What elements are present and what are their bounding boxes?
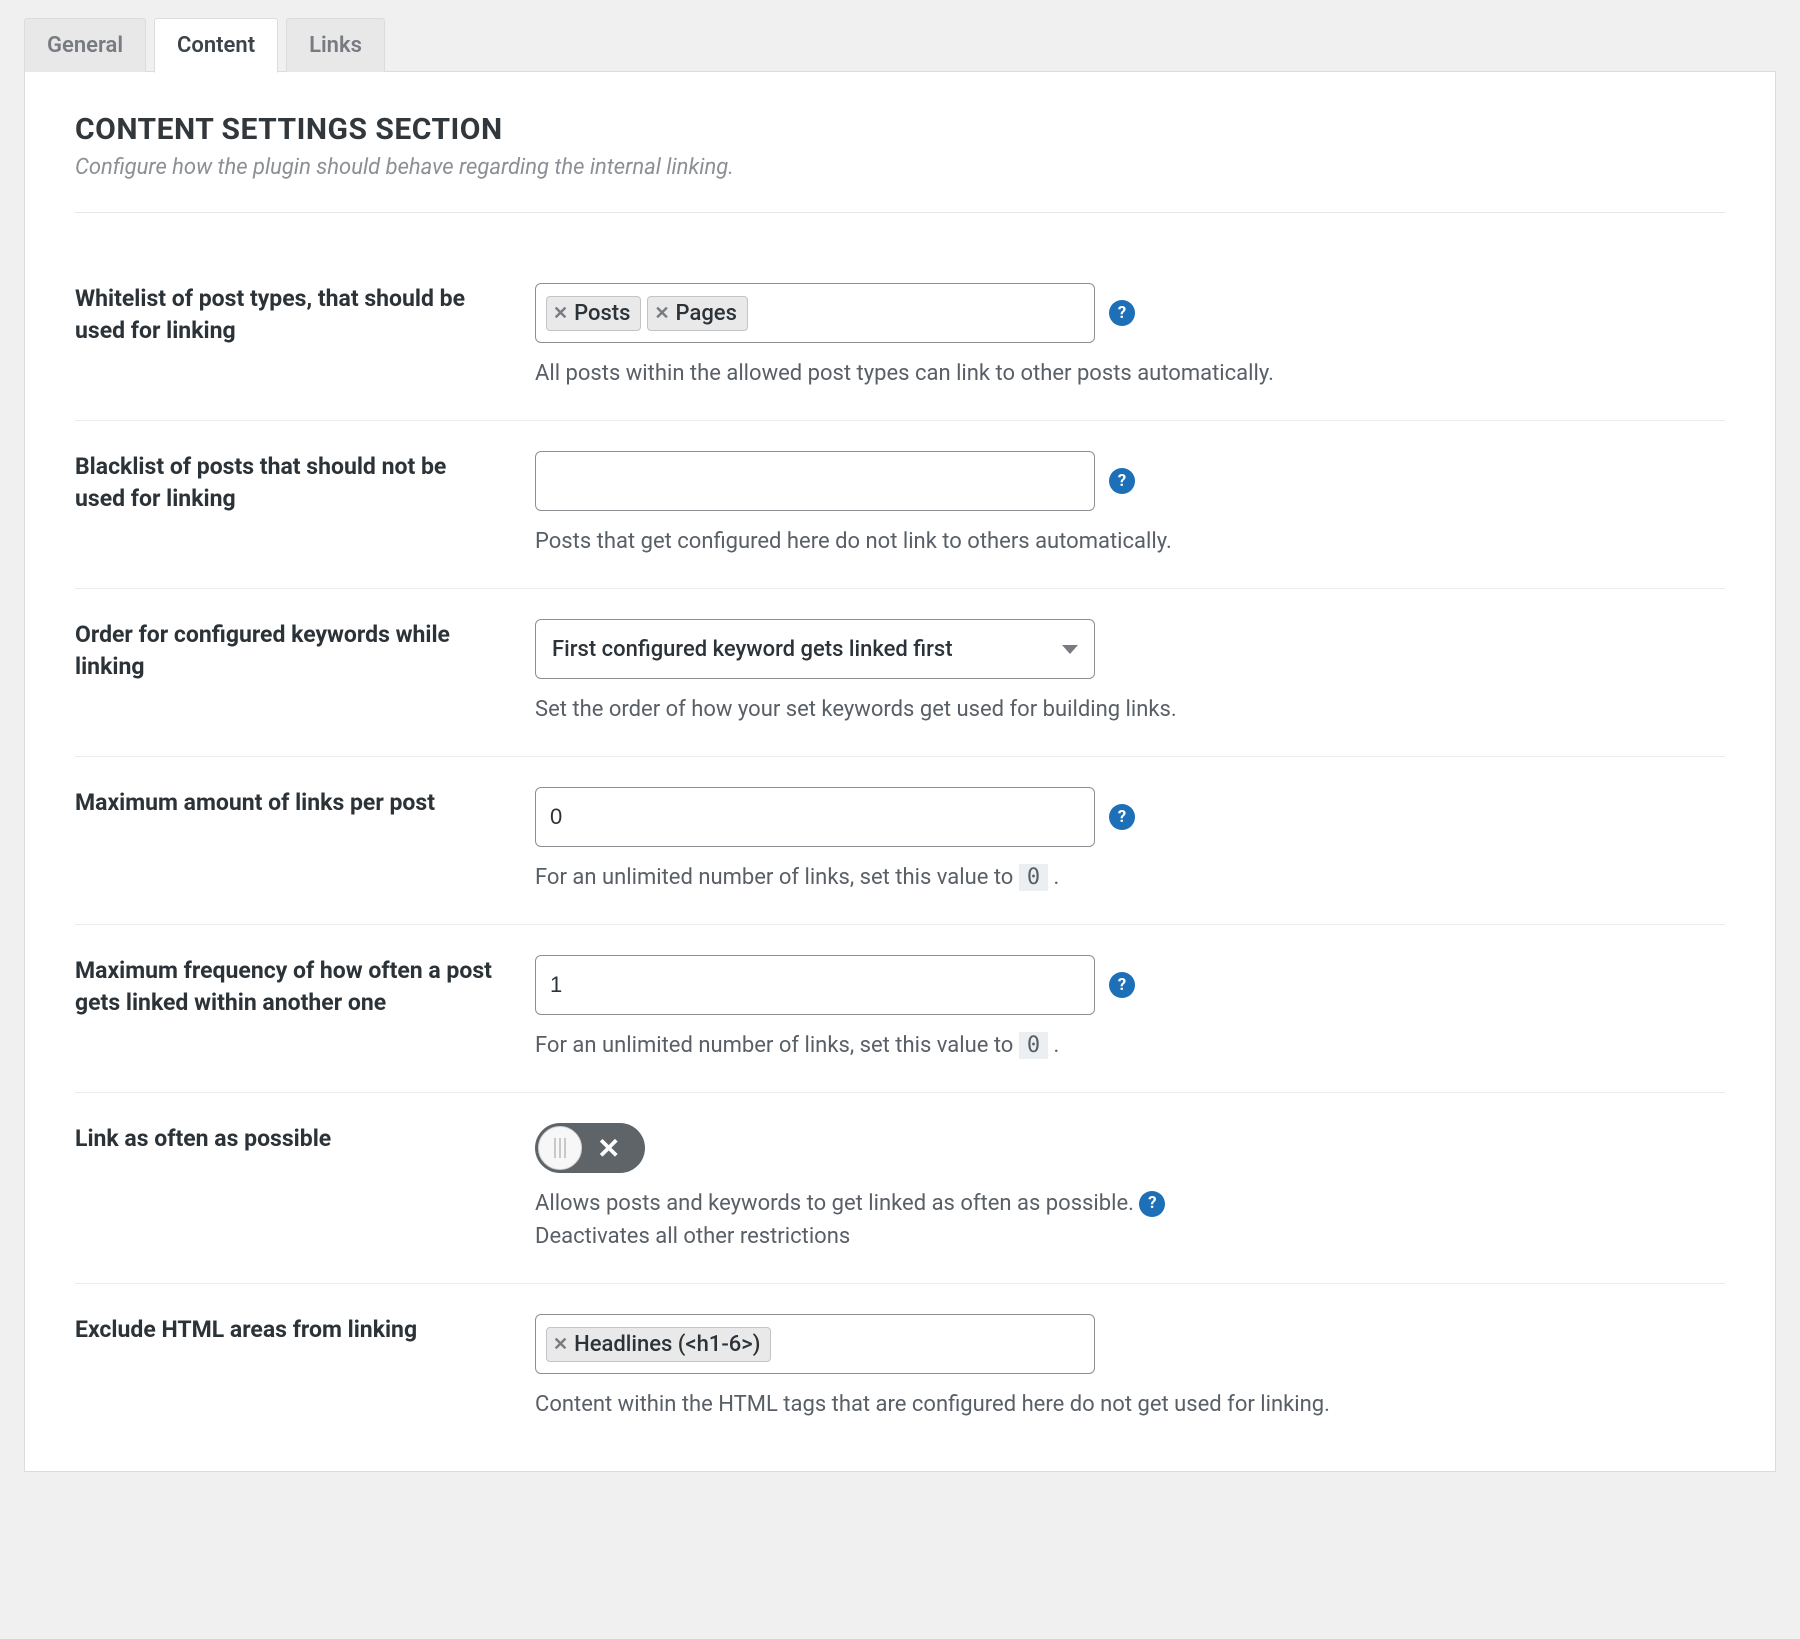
exclude-input[interactable]: ✕ Headlines (<h1-6>): [535, 1314, 1095, 1374]
toggle-knob: [538, 1126, 582, 1170]
row-order: Order for configured keywords while link…: [75, 589, 1725, 757]
label-blacklist: Blacklist of posts that should not be us…: [75, 451, 495, 515]
help-icon[interactable]: ?: [1109, 300, 1135, 326]
tag-headlines: ✕ Headlines (<h1-6>): [546, 1327, 771, 1362]
tag-pages: ✕ Pages: [647, 296, 747, 331]
row-maxlinks: Maximum amount of links per post ? For a…: [75, 757, 1725, 925]
remove-tag-icon[interactable]: ✕: [553, 1334, 568, 1355]
tab-general[interactable]: General: [24, 18, 146, 72]
tab-links[interactable]: Links: [286, 18, 385, 72]
help-maxfreq: For an unlimited number of links, set th…: [535, 1029, 1725, 1062]
help-order: Set the order of how your set keywords g…: [535, 693, 1725, 726]
row-whitelist: Whitelist of post types, that should be …: [75, 253, 1725, 421]
order-select[interactable]: First configured keyword gets linked fir…: [535, 619, 1095, 679]
code-zero: 0: [1019, 1032, 1048, 1059]
tag-label: Posts: [574, 301, 630, 326]
label-whitelist: Whitelist of post types, that should be …: [75, 283, 495, 347]
whitelist-input[interactable]: ✕ Posts ✕ Pages: [535, 283, 1095, 343]
remove-tag-icon[interactable]: ✕: [654, 303, 669, 324]
tag-label: Headlines (<h1-6>): [574, 1332, 760, 1357]
help-whitelist: All posts within the allowed post types …: [535, 357, 1725, 390]
x-icon: ✕: [597, 1132, 620, 1165]
row-exclude: Exclude HTML areas from linking ✕ Headli…: [75, 1284, 1725, 1451]
label-maxlinks: Maximum amount of links per post: [75, 787, 495, 819]
label-linkoften: Link as often as possible: [75, 1123, 495, 1155]
maxfreq-input[interactable]: [546, 968, 1084, 1002]
row-maxfreq: Maximum frequency of how often a post ge…: [75, 925, 1725, 1093]
tag-posts: ✕ Posts: [546, 296, 641, 331]
maxfreq-input-wrap: [535, 955, 1095, 1015]
code-zero: 0: [1019, 864, 1048, 891]
remove-tag-icon[interactable]: ✕: [553, 303, 568, 324]
linkoften-toggle[interactable]: ✕: [535, 1123, 645, 1173]
blacklist-field[interactable]: [546, 464, 1084, 498]
help-icon[interactable]: ?: [1109, 468, 1135, 494]
settings-panel: CONTENT SETTINGS SECTION Configure how t…: [24, 71, 1776, 1472]
order-selected: First configured keyword gets linked fir…: [552, 637, 953, 662]
help-icon[interactable]: ?: [1109, 972, 1135, 998]
section-title: CONTENT SETTINGS SECTION: [75, 112, 1725, 147]
blacklist-input[interactable]: [535, 451, 1095, 511]
label-maxfreq: Maximum frequency of how often a post ge…: [75, 955, 495, 1019]
help-linkoften: Allows posts and keywords to get linked …: [535, 1187, 1725, 1253]
maxlinks-input[interactable]: [546, 800, 1084, 834]
tag-label: Pages: [676, 301, 737, 326]
maxlinks-input-wrap: [535, 787, 1095, 847]
help-blacklist: Posts that get configured here do not li…: [535, 525, 1725, 558]
label-exclude: Exclude HTML areas from linking: [75, 1314, 495, 1346]
help-icon[interactable]: ?: [1139, 1191, 1165, 1217]
tab-content[interactable]: Content: [154, 18, 278, 73]
tab-bar: General Content Links: [24, 18, 1776, 72]
label-order: Order for configured keywords while link…: [75, 619, 495, 683]
chevron-down-icon: [1062, 645, 1078, 654]
section-description: Configure how the plugin should behave r…: [75, 155, 1725, 180]
row-blacklist: Blacklist of posts that should not be us…: [75, 421, 1725, 589]
divider: [75, 212, 1725, 213]
help-exclude: Content within the HTML tags that are co…: [535, 1388, 1725, 1421]
help-icon[interactable]: ?: [1109, 804, 1135, 830]
help-maxlinks: For an unlimited number of links, set th…: [535, 861, 1725, 894]
row-linkoften: Link as often as possible ✕ Allows posts…: [75, 1093, 1725, 1284]
